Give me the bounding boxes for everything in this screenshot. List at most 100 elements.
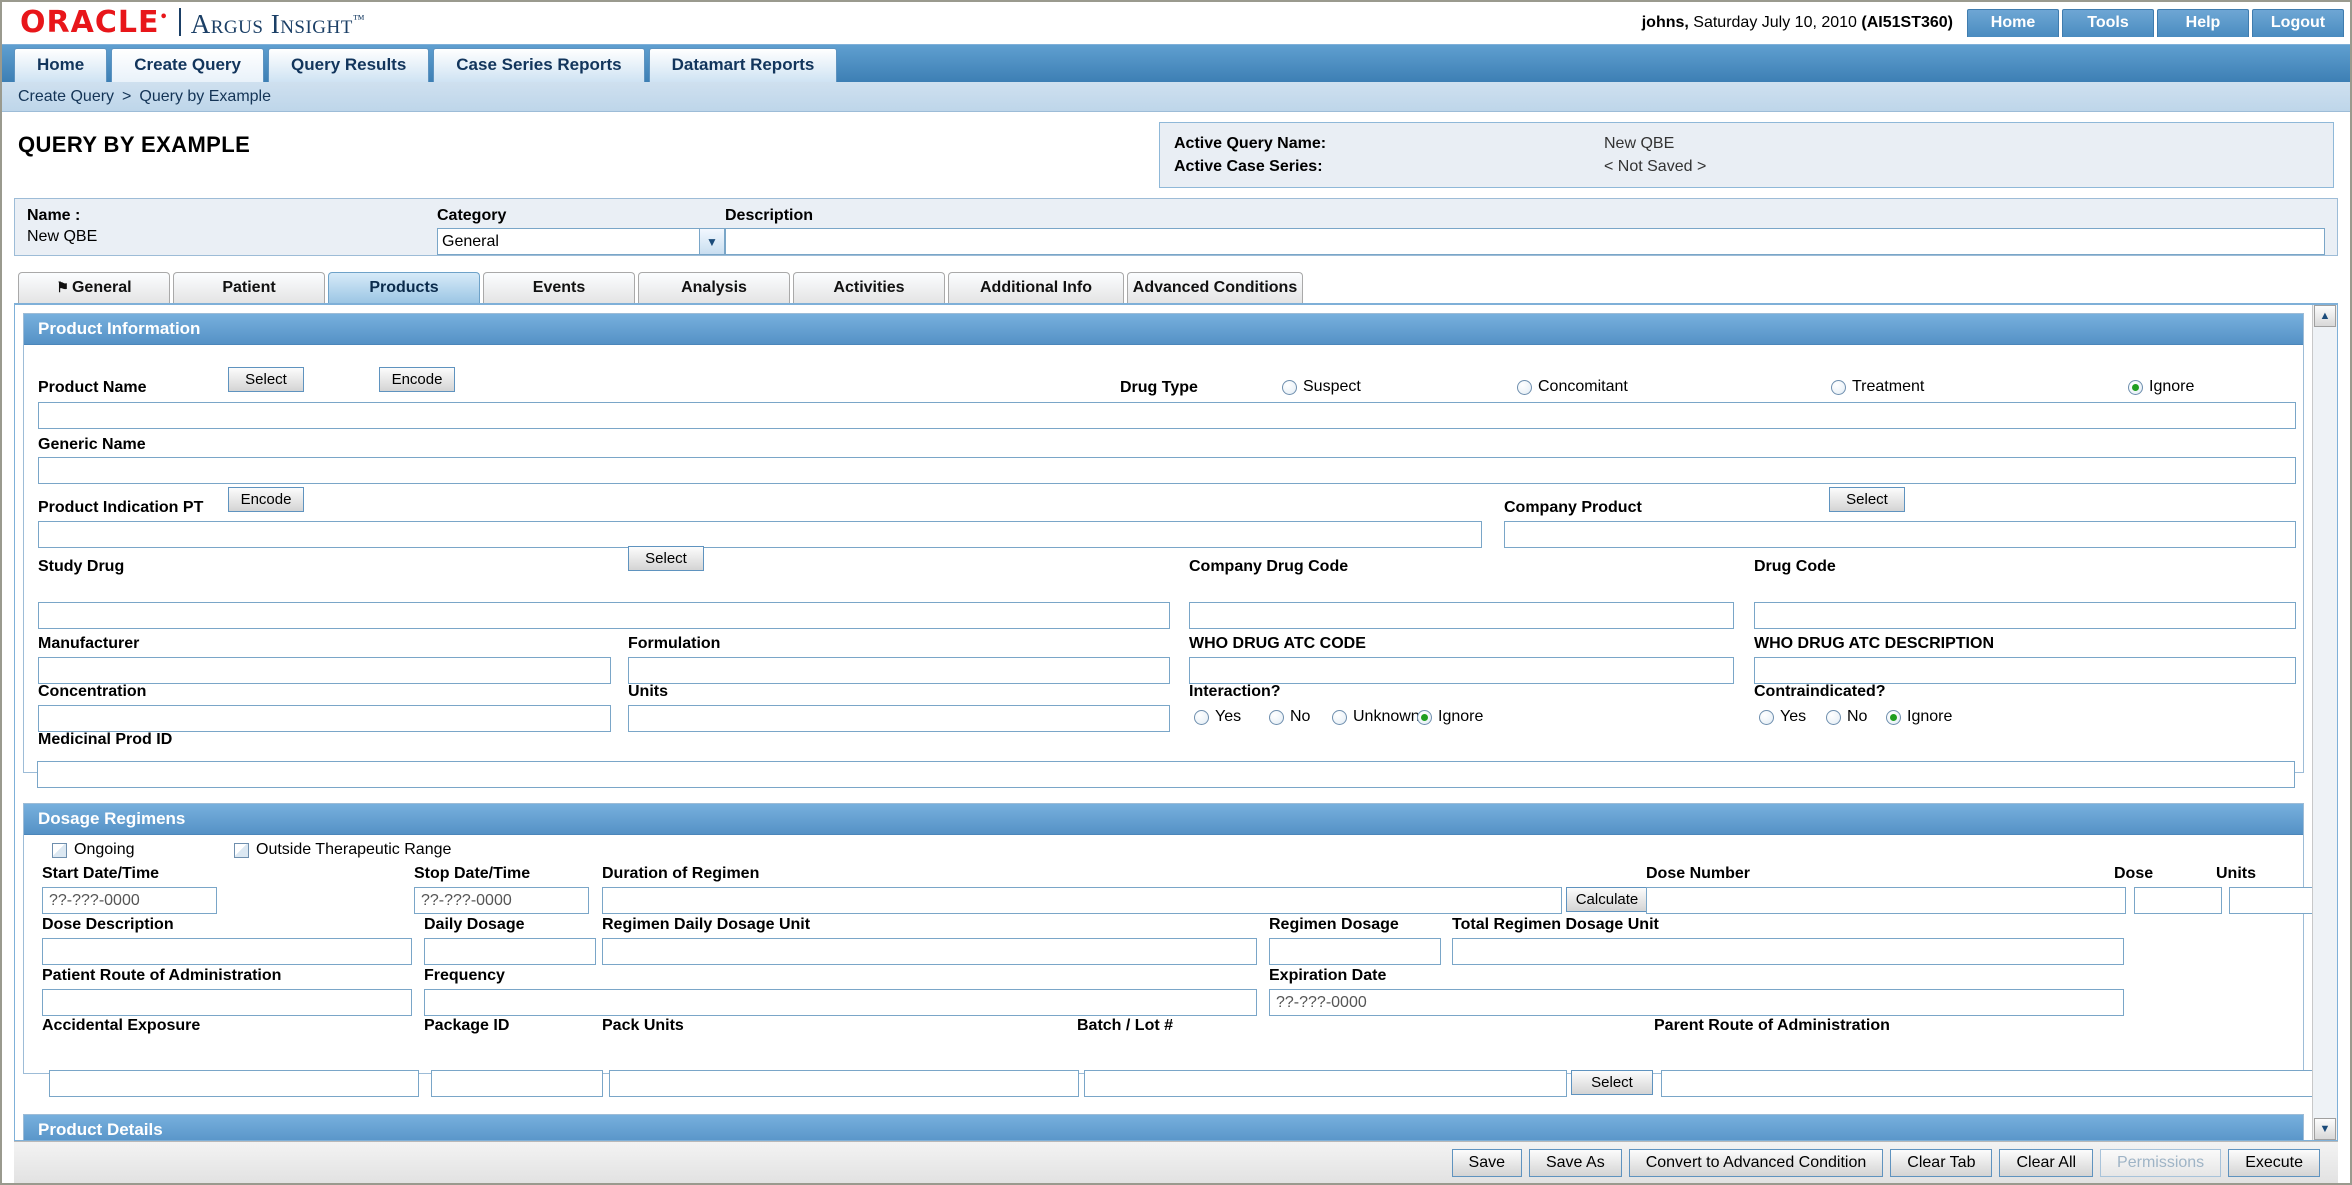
tab-patient[interactable]: Patient (173, 272, 325, 304)
medicinal-prod-id-input[interactable] (37, 761, 2295, 789)
study-drug-label: Study Drug (38, 558, 125, 576)
start-date-input[interactable] (42, 887, 217, 915)
regimen-dosage-input[interactable] (1269, 938, 1441, 966)
header-button-help[interactable]: Help (2157, 9, 2249, 37)
outside-therapeutic-range-checkbox[interactable]: Outside Therapeutic Range (234, 841, 451, 859)
nav-tab-datamart-reports[interactable]: Datamart Reports (648, 48, 838, 82)
package-id-input[interactable] (431, 1070, 603, 1098)
radio-icon (1517, 379, 1532, 395)
dosage-units-input[interactable] (2229, 887, 2312, 915)
product-name-input[interactable] (38, 402, 2296, 430)
dose-input[interactable] (2134, 887, 2222, 915)
product-indication-input[interactable] (38, 521, 1482, 549)
radio-icon (1332, 709, 1347, 725)
regimen-dosage-label: Regimen Dosage (1269, 916, 1399, 934)
tab-events[interactable]: Events (483, 272, 635, 304)
formulation-input[interactable] (628, 657, 1170, 685)
scroll-up-icon[interactable]: ▲ (2314, 305, 2336, 328)
drug-type-radio-concomitant[interactable]: Concomitant (1517, 378, 1628, 396)
tab-analysis[interactable]: Analysis (638, 272, 790, 304)
drug-code-input[interactable] (1754, 602, 2296, 630)
tab-additional-info[interactable]: Additional Info (948, 272, 1124, 304)
interaction-radio-unknown[interactable]: Unknown (1332, 708, 1420, 726)
contraindicated-radio-yes[interactable]: Yes (1759, 708, 1806, 726)
daily-dosage-input[interactable] (424, 938, 596, 966)
patient-route-input[interactable] (42, 989, 412, 1017)
batch-select-button[interactable]: Select (1571, 1070, 1653, 1096)
interaction-radio-yes[interactable]: Yes (1194, 708, 1241, 726)
drug-type-ignore-label: Ignore (2149, 378, 2195, 396)
tab-advanced-conditions[interactable]: Advanced Conditions (1127, 272, 1303, 304)
save-button[interactable]: Save (1451, 1148, 1522, 1177)
duration-calculate-button[interactable]: Calculate (1566, 887, 1648, 913)
nav-tab-case-series-reports[interactable]: Case Series Reports (433, 48, 645, 82)
units-label: Units (628, 683, 668, 701)
breadcrumb-query-by-example[interactable]: Query by Example (139, 88, 271, 106)
category-select[interactable]: General (437, 228, 725, 256)
contraindicated-radio-ignore[interactable]: Ignore (1886, 708, 1952, 726)
nav-tab-create-query[interactable]: Create Query (111, 48, 265, 82)
execute-button[interactable]: Execute (2228, 1148, 2320, 1177)
header-button-home[interactable]: Home (1967, 9, 2059, 37)
vertical-scrollbar[interactable]: ▲ ▼ (2312, 305, 2337, 1140)
tab-activities[interactable]: Activities (793, 272, 945, 304)
header-button-tools[interactable]: Tools (2062, 9, 2154, 37)
dose-description-input[interactable] (42, 938, 412, 966)
generic-name-input[interactable] (38, 457, 2296, 485)
who-drug-atc-code-input[interactable] (1189, 657, 1734, 685)
convert-to-advanced-condition-button[interactable]: Convert to Advanced Condition (1628, 1148, 1884, 1177)
who-drug-atc-description-input[interactable] (1754, 657, 2296, 685)
interaction-radio-ignore[interactable]: Ignore (1417, 708, 1483, 726)
clear-tab-button[interactable]: Clear Tab (1890, 1148, 1993, 1177)
query-description-input[interactable] (725, 228, 2325, 256)
company-product-input[interactable] (1504, 521, 2296, 549)
nav-tab-home[interactable]: Home (14, 48, 108, 82)
scroll-down-icon[interactable]: ▼ (2314, 1118, 2336, 1140)
product-name-select-button[interactable]: Select (228, 367, 304, 393)
pack-units-input[interactable] (609, 1070, 1079, 1098)
user-name: johns, (1641, 14, 1689, 31)
drug-type-radio-treatment[interactable]: Treatment (1831, 378, 1924, 396)
outside-therapeutic-range-label: Outside Therapeutic Range (256, 841, 452, 859)
breadcrumb-create-query[interactable]: Create Query (18, 88, 114, 106)
package-id-label: Package ID (424, 1017, 510, 1035)
patient-route-label: Patient Route of Administration (42, 967, 282, 985)
stop-date-input[interactable] (414, 887, 589, 915)
drug-type-radio-suspect[interactable]: Suspect (1282, 378, 1361, 396)
units-input[interactable] (628, 705, 1170, 733)
nav-tab-query-results[interactable]: Query Results (268, 48, 430, 82)
company-product-select-button[interactable]: Select (1829, 487, 1905, 513)
drug-type-radio-ignore[interactable]: Ignore (2128, 378, 2194, 396)
contraindicated-radio-no[interactable]: No (1826, 708, 1867, 726)
batch-lot-input[interactable] (1084, 1070, 1567, 1098)
radio-icon (1831, 379, 1846, 395)
contraindicated-no-label: No (1847, 708, 1868, 726)
save-as-button[interactable]: Save As (1528, 1148, 1622, 1177)
tab-products[interactable]: Products (328, 272, 480, 304)
clear-all-button[interactable]: Clear All (1999, 1148, 2094, 1177)
expiration-date-input[interactable] (1269, 989, 2124, 1017)
frequency-input[interactable] (424, 989, 1257, 1017)
brand-bar: ORACLE• Argus Insight™ johns, Saturday J… (2, 2, 2350, 44)
study-drug-select-button[interactable]: Select (628, 546, 704, 572)
parent-route-input[interactable] (1661, 1070, 2312, 1098)
scrollbar-track[interactable] (2313, 327, 2337, 1118)
concentration-input[interactable] (38, 705, 611, 733)
manufacturer-input[interactable] (38, 657, 611, 685)
section-product-information-cont: Manufacturer Formulation WHO DRUG ATC CO… (23, 600, 2304, 774)
ongoing-checkbox[interactable]: Ongoing (52, 841, 135, 859)
product-indication-encode-button[interactable]: Encode (228, 487, 304, 513)
total-regimen-dosage-unit-input[interactable] (1452, 938, 2124, 966)
header-button-logout[interactable]: Logout (2252, 9, 2344, 37)
section-product-details: Product Details First Dose Last Dose Dur… (23, 1114, 2304, 1140)
product-name-encode-button[interactable]: Encode (379, 367, 455, 393)
company-drug-code-input[interactable] (1189, 602, 1734, 630)
accidental-exposure-input[interactable] (49, 1070, 419, 1098)
tab-general[interactable]: ⚑ General (18, 272, 170, 304)
interaction-radio-no[interactable]: No (1269, 708, 1310, 726)
dose-number-input[interactable] (1646, 887, 2126, 915)
duration-of-regimen-input[interactable] (602, 887, 1562, 915)
product-wordmark: Argus Insight™ (190, 9, 366, 39)
study-drug-input[interactable] (38, 602, 1170, 630)
regimen-daily-dosage-unit-input[interactable] (602, 938, 1257, 966)
